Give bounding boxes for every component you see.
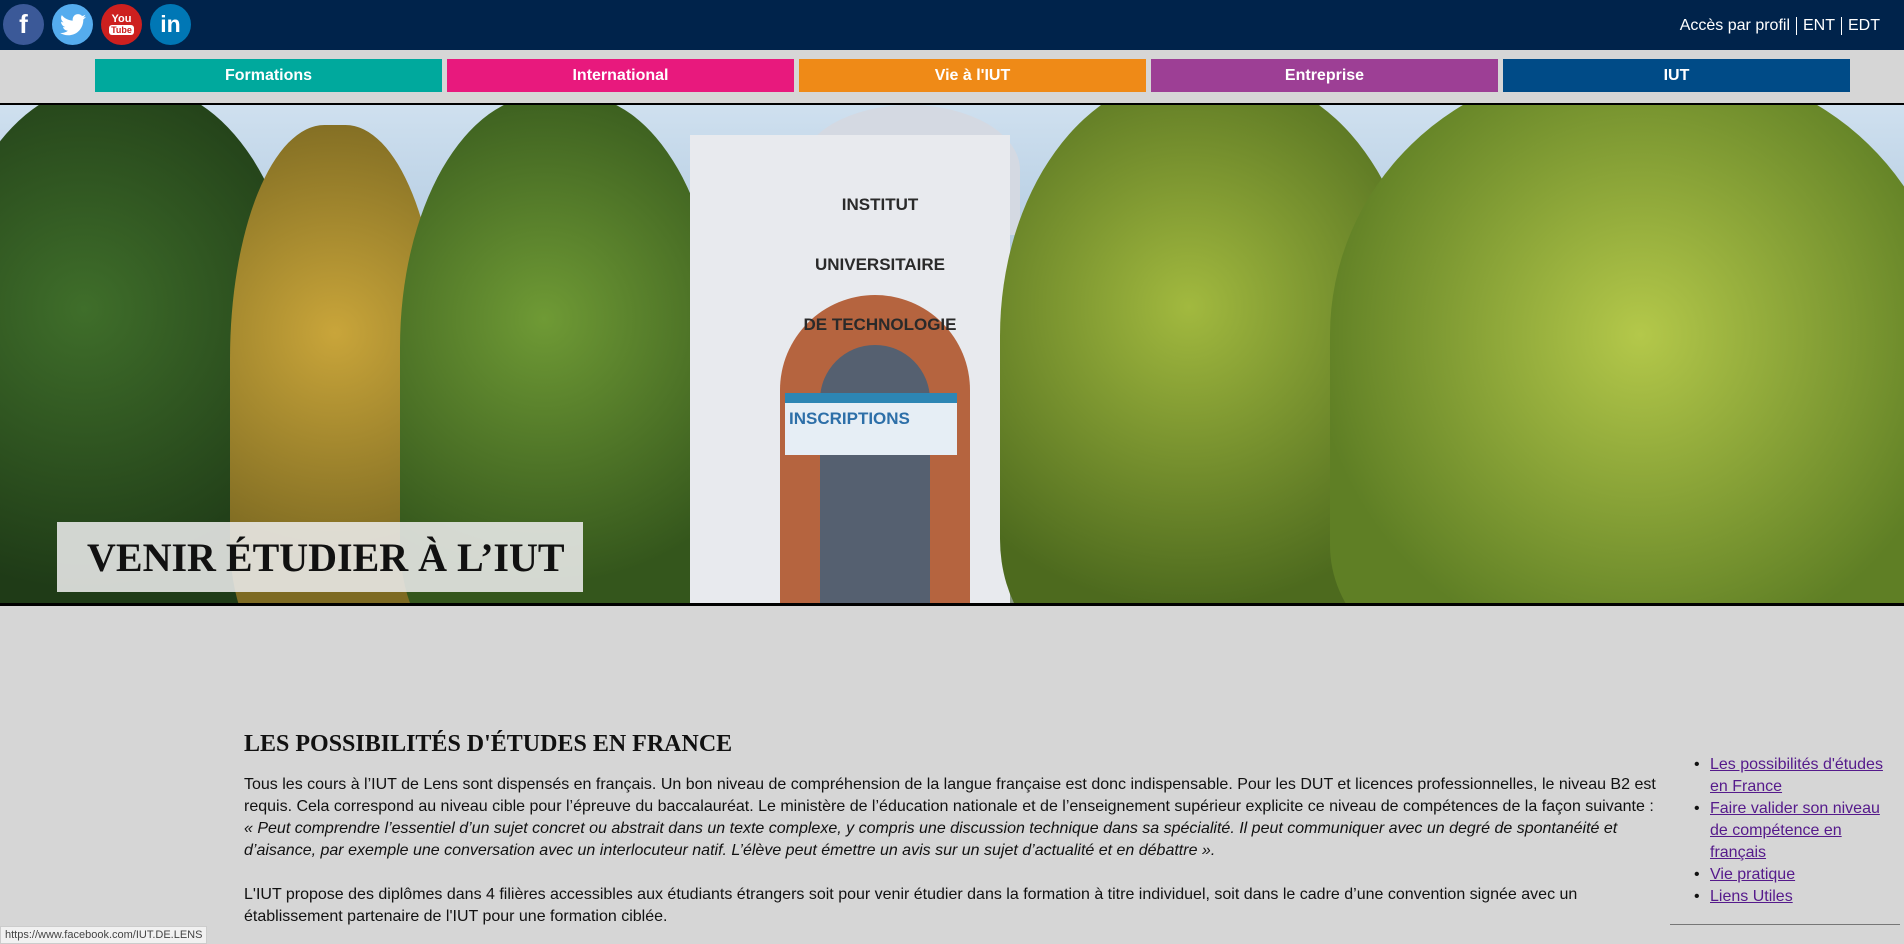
sidebar-link-etudes[interactable]: Les possibilités d'études en France	[1710, 756, 1883, 795]
main-nav: Formations International Vie à l'IUT Ent…	[95, 59, 1850, 92]
hero-banner: INSTITUT UNIVERSITAIRE DE TECHNOLOGIE IN…	[0, 103, 1904, 606]
sidebar: Les possibilités d'études en France Fair…	[1670, 754, 1900, 925]
building-line-2: DE TECHNOLOGIE	[803, 315, 957, 334]
nav-formations[interactable]: Formations	[95, 59, 442, 92]
youtube-label-bottom: Tube	[109, 25, 134, 35]
section-heading: LES POSSIBILITÉS D'ÉTUDES EN FRANCE	[244, 731, 733, 757]
sidebar-list: Les possibilités d'études en France Fair…	[1670, 754, 1900, 908]
sidebar-link-vie-pratique[interactable]: Vie pratique	[1710, 866, 1795, 883]
sidebar-item: Liens Utiles	[1670, 886, 1900, 908]
youtube-label-top: You	[111, 13, 132, 25]
edt-link[interactable]: EDT	[1841, 17, 1886, 35]
tree-far-right	[1330, 105, 1904, 603]
access-by-profile-link[interactable]: Accès par profil	[1674, 17, 1796, 35]
twitter-bird-icon	[59, 13, 86, 35]
nav-entreprise[interactable]: Entreprise	[1151, 59, 1498, 92]
sidebar-item: Les possibilités d'études en France	[1670, 754, 1900, 798]
facebook-icon[interactable]: f	[3, 4, 44, 45]
top-bar: f You Tube in Accès par profil ENT EDT	[0, 0, 1904, 50]
top-links: Accès par profil ENT EDT	[1674, 17, 1886, 35]
ent-link[interactable]: ENT	[1796, 17, 1841, 35]
sidebar-item: Faire valider son niveau de compétence e…	[1670, 798, 1900, 864]
quote-text: « Peut comprendre l’essentiel d’un sujet…	[244, 820, 1618, 859]
sidebar-link-liens[interactable]: Liens Utiles	[1710, 888, 1793, 905]
banner-text: INSCRIPTIONS	[789, 409, 910, 428]
programs-paragraph: L'IUT propose des diplômes dans 4 filièr…	[244, 886, 1578, 925]
nav-iut[interactable]: IUT	[1503, 59, 1850, 92]
sidebar-item: Vie pratique	[1670, 864, 1900, 886]
status-bar-url: https://www.facebook.com/IUT.DE.LENS	[0, 926, 208, 944]
building-line-1: INSTITUT UNIVERSITAIRE	[814, 195, 946, 274]
youtube-icon[interactable]: You Tube	[101, 4, 142, 45]
nav-vie-iut[interactable]: Vie à l'IUT	[799, 59, 1146, 92]
intro-text: Tous les cours à l’IUT de Lens sont disp…	[244, 776, 1656, 815]
building-inscription: INSTITUT UNIVERSITAIRE DE TECHNOLOGIE	[790, 175, 970, 355]
main-content: LES POSSIBILITÉS D'ÉTUDES EN FRANCE Tous…	[244, 731, 1659, 928]
nav-international[interactable]: International	[447, 59, 794, 92]
twitter-icon[interactable]	[52, 4, 93, 45]
hero-title: VENIR ÉTUDIER À L’IUT	[57, 522, 583, 592]
intro-paragraph: Tous les cours à l’IUT de Lens sont disp…	[244, 774, 1659, 862]
linkedin-icon[interactable]: in	[150, 4, 191, 45]
sidebar-link-competence[interactable]: Faire valider son niveau de compétence e…	[1710, 800, 1880, 861]
inscriptions-banner: INSCRIPTIONS	[785, 393, 957, 455]
facebook-glyph: f	[19, 9, 28, 39]
sidebar-divider	[1670, 924, 1900, 925]
linkedin-glyph: in	[160, 11, 181, 37]
building-entrance	[820, 345, 930, 603]
